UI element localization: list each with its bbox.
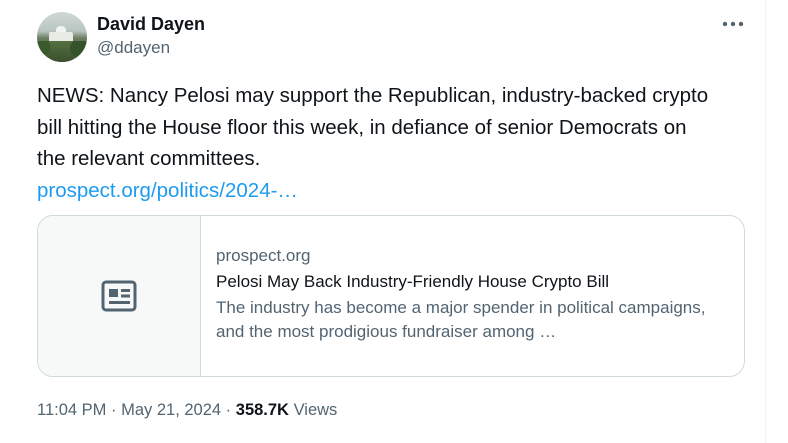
avatar-trees: [37, 41, 87, 62]
tweet-body: NEWS: Nancy Pelosi may support the Repub…: [37, 84, 709, 170]
tweet-date[interactable]: May 21, 2024: [121, 401, 221, 419]
tweet[interactable]: David Dayen @ddayen NEWS: Nancy Pelosi m…: [0, 0, 766, 443]
tweet-text: NEWS: Nancy Pelosi may support the Repub…: [37, 80, 717, 206]
article-icon: [101, 280, 137, 312]
more-icon[interactable]: [718, 14, 748, 34]
meta-separator: ·: [111, 401, 117, 419]
author-name[interactable]: David Dayen: [97, 12, 205, 36]
meta-separator: ·: [225, 401, 232, 419]
tweet-link[interactable]: prospect.org/politics/2024-…: [37, 175, 298, 207]
card-description: The industry has become a major spender …: [216, 298, 706, 341]
author-handle[interactable]: @ddayen: [97, 37, 170, 59]
views-label: Views: [293, 401, 338, 419]
tweet-meta: 11:04 PM · May 21, 2024 · 358.7K Views: [37, 398, 337, 422]
views-count: 358.7K: [235, 401, 289, 419]
link-card[interactable]: prospect.org Pelosi May Back Industry-Fr…: [37, 215, 745, 377]
avatar[interactable]: [37, 12, 87, 62]
card-domain: prospect.org: [216, 246, 311, 265]
card-thumbnail: [38, 216, 201, 376]
more-horizontal-icon: [722, 21, 744, 27]
tweet-time[interactable]: 11:04 PM: [37, 401, 106, 419]
card-body: prospect.org Pelosi May Back Industry-Fr…: [216, 244, 726, 344]
card-title: Pelosi May Back Industry-Friendly House …: [216, 272, 610, 291]
